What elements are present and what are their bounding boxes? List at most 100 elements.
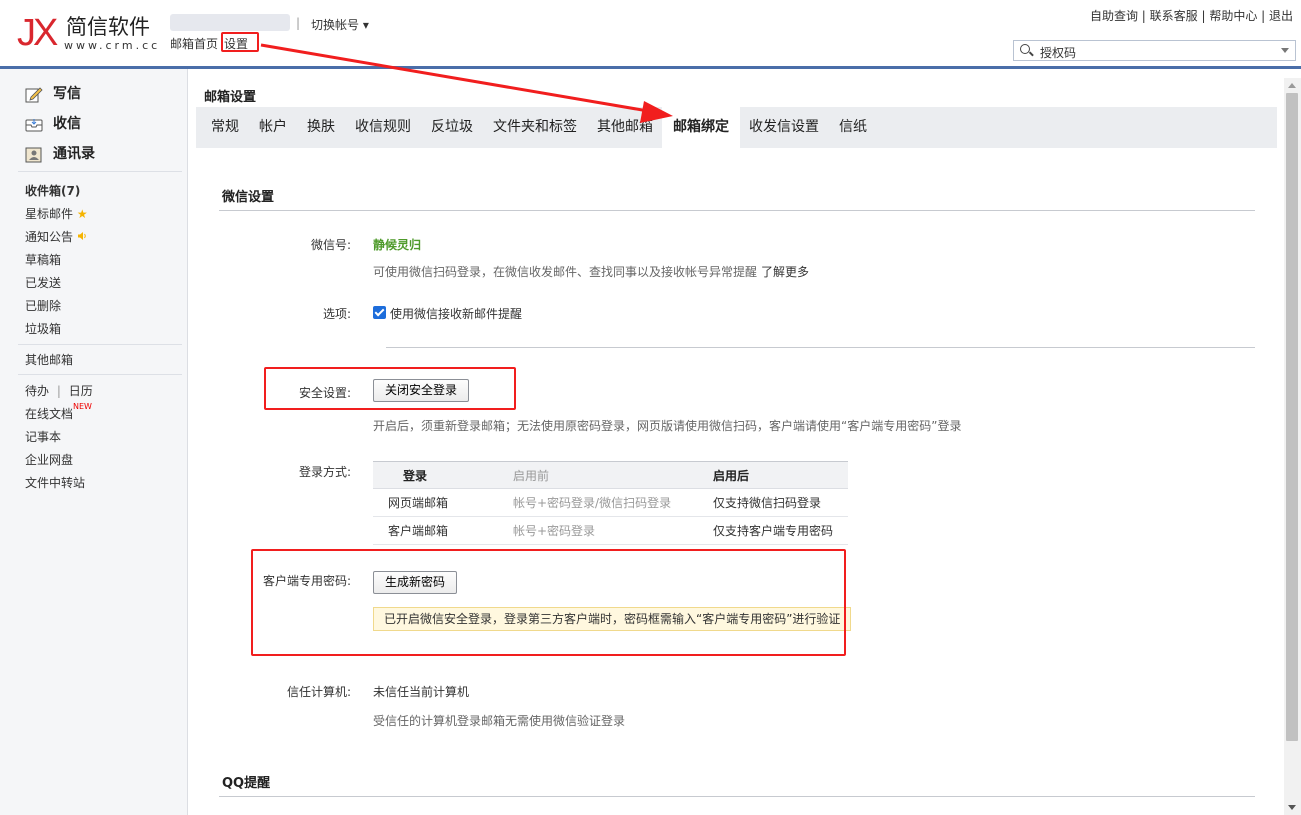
contacts-icon xyxy=(25,147,43,162)
logo-url: www.crm.cc xyxy=(64,39,161,52)
inbox-main-label: 收信 xyxy=(53,116,81,132)
annotation-box-settings xyxy=(221,32,259,52)
scroll-up-icon[interactable] xyxy=(1288,83,1296,88)
annotation-box-security xyxy=(264,367,516,410)
wechat-section-title: 微信设置 xyxy=(222,190,275,205)
utility-links[interactable]: 自助查询 | 联系客服 | 帮助中心 | 退出 xyxy=(1090,7,1293,24)
wechat-id-value: 静候灵归 xyxy=(373,238,422,252)
sidebar-item-todo[interactable]: 待办 xyxy=(25,384,49,398)
compose-label: 写信 xyxy=(53,86,81,102)
learn-more-link[interactable]: 了解更多 xyxy=(761,265,809,279)
logo-name: 简信软件 xyxy=(66,15,150,39)
tab-skin[interactable]: 换肤 xyxy=(300,107,342,148)
annotation-box-client-password xyxy=(251,549,846,656)
table-cell: 仅支持客户端专用密码 xyxy=(713,516,848,545)
settings-main: 邮箱设置 常规 帐户 换肤 收信规则 反垃圾 文件夹和标签 其他邮箱 邮箱绑定 … xyxy=(189,69,1283,815)
tab-other-mail[interactable]: 其他邮箱 xyxy=(590,107,660,148)
login-method-table: 登录 启用前 启用后 网页端邮箱 帐号+密码登录/微信扫码登录 仅支持微信扫码登… xyxy=(373,461,848,545)
online-docs-label: 在线文档 xyxy=(25,407,74,421)
sidebar-contacts[interactable]: 通讯录 xyxy=(25,143,95,163)
wechat-notify-checkbox[interactable] xyxy=(373,306,386,319)
inbox-icon xyxy=(25,117,43,132)
sidebar-item-notes[interactable]: 记事本 xyxy=(25,428,61,445)
sidebar-todo-calendar-row: 待办 | 日历 xyxy=(25,382,93,399)
dropdown-arrow-icon[interactable] xyxy=(1281,48,1289,53)
sidebar-item-transfer[interactable]: 文件中转站 xyxy=(25,474,85,491)
tab-antispam[interactable]: 反垃圾 xyxy=(424,107,480,148)
sidebar-item-notices[interactable]: 通知公告 xyxy=(25,228,87,245)
sidebar-item-deleted[interactable]: 已删除 xyxy=(25,297,61,314)
vertical-scrollbar[interactable] xyxy=(1284,78,1301,815)
wechat-notify-text: 使用微信接收新邮件提醒 xyxy=(390,307,523,321)
section-divider xyxy=(219,210,1255,211)
switch-account-label: 切换帐号 xyxy=(311,18,360,32)
table-cell: 客户端邮箱 xyxy=(373,516,513,545)
sidebar-divider xyxy=(18,374,182,375)
table-row: 客户端邮箱 帐号+密码登录 仅支持客户端专用密码 xyxy=(373,516,848,545)
tab-send-receive[interactable]: 收发信设置 xyxy=(742,107,826,148)
page-title: 邮箱设置 xyxy=(204,90,257,105)
caret-down-icon: ▾ xyxy=(362,18,369,32)
star-icon: ★ xyxy=(76,207,88,221)
logo-mark: JX xyxy=(17,12,58,54)
trusted-computer-desc: 受信任的计算机登录邮箱无需使用微信验证登录 xyxy=(373,714,626,728)
header-separator: | xyxy=(296,16,301,30)
nav-mail-home[interactable]: 邮箱首页 xyxy=(170,37,218,51)
sidebar-item-sent[interactable]: 已发送 xyxy=(25,274,61,291)
option-label: 选项: xyxy=(322,307,351,321)
tab-account[interactable]: 帐户 xyxy=(252,107,294,148)
sidebar-item-starred[interactable]: 星标邮件 ★ xyxy=(25,205,88,222)
sidebar-item-drive[interactable]: 企业网盘 xyxy=(25,451,73,468)
compose-icon xyxy=(25,86,43,102)
sidebar-item-calendar[interactable]: 日历 xyxy=(69,384,93,398)
notices-label: 通知公告 xyxy=(25,230,74,244)
table-row: 网页端邮箱 帐号+密码登录/微信扫码登录 仅支持微信扫码登录 xyxy=(373,488,848,517)
search-input-value[interactable]: 授权码 xyxy=(1040,44,1076,61)
sidebar-item-online-docs[interactable]: 在线文档NEW xyxy=(25,402,92,422)
sidebar-divider xyxy=(18,344,182,345)
tab-general[interactable]: 常规 xyxy=(204,107,246,148)
sidebar-inbox-main[interactable]: 收信 xyxy=(25,113,81,133)
sidebar-item-inbox[interactable]: 收件箱(7) xyxy=(25,182,80,199)
search-icon xyxy=(1020,44,1030,54)
trusted-computer-value: 未信任当前计算机 xyxy=(373,685,470,699)
wechat-desc-text: 可使用微信扫码登录，在微信收发邮件、查找同事以及接收帐号异常提醒 xyxy=(373,265,758,279)
scrollbar-thumb[interactable] xyxy=(1286,93,1298,741)
scroll-down-icon[interactable] xyxy=(1288,805,1296,810)
tab-folders-labels[interactable]: 文件夹和标签 xyxy=(486,107,584,148)
speaker-icon xyxy=(77,230,87,244)
section-divider xyxy=(219,796,1255,797)
sidebar-compose[interactable]: 写信 xyxy=(25,83,81,103)
sidebar-divider xyxy=(18,171,182,172)
table-header: 登录 xyxy=(373,461,513,489)
table-cell: 仅支持微信扫码登录 xyxy=(713,488,848,517)
qq-section-title: QQ提醒 xyxy=(222,776,271,791)
todo-calendar-separator: | xyxy=(56,384,61,398)
top-header: JX 简信软件 www.crm.cc | 切换帐号 ▾ 邮箱首页 设置 自助查询 … xyxy=(0,0,1301,66)
tab-rules[interactable]: 收信规则 xyxy=(348,107,418,148)
starred-label: 星标邮件 xyxy=(25,207,74,221)
wechat-id-desc: 可使用微信扫码登录，在微信收发邮件、查找同事以及接收帐号异常提醒 了解更多 xyxy=(373,263,809,280)
login-method-label: 登录方式: xyxy=(298,465,351,479)
settings-tabbar: 常规 帐户 换肤 收信规则 反垃圾 文件夹和标签 其他邮箱 邮箱绑定 收发信设置… xyxy=(196,107,1277,148)
account-name-blurred xyxy=(170,14,290,31)
search-box[interactable]: 授权码 xyxy=(1013,40,1296,61)
table-header: 启用前 xyxy=(513,461,713,489)
switch-account-link[interactable]: 切换帐号 ▾ xyxy=(311,16,369,33)
security-desc: 开启后，须重新登录邮箱；无法使用原密码登录，网页版请使用微信扫码，客户端请使用“… xyxy=(373,419,962,433)
wechat-id-label: 微信号: xyxy=(310,238,351,252)
new-badge: NEW xyxy=(73,402,92,411)
table-cell: 帐号+密码登录/微信扫码登录 xyxy=(513,488,713,517)
sidebar-item-drafts[interactable]: 草稿箱 xyxy=(25,251,61,268)
table-cell: 网页端邮箱 xyxy=(373,488,513,517)
sidebar: 写信 收信 通讯录 收件箱(7) 星标邮件 ★ 通知公告 草稿箱 已发送 已删除… xyxy=(0,69,188,815)
sidebar-item-spam[interactable]: 垃圾箱 xyxy=(25,320,61,337)
contacts-label: 通讯录 xyxy=(53,146,95,162)
option-divider xyxy=(386,347,1255,348)
table-header: 启用后 xyxy=(713,461,848,489)
sidebar-item-other-mail[interactable]: 其他邮箱 xyxy=(25,351,73,368)
tab-stationery[interactable]: 信纸 xyxy=(832,107,874,148)
table-cell: 帐号+密码登录 xyxy=(513,516,713,545)
tab-mail-binding[interactable]: 邮箱绑定 xyxy=(662,107,740,148)
trusted-computer-label: 信任计算机: xyxy=(286,685,351,699)
